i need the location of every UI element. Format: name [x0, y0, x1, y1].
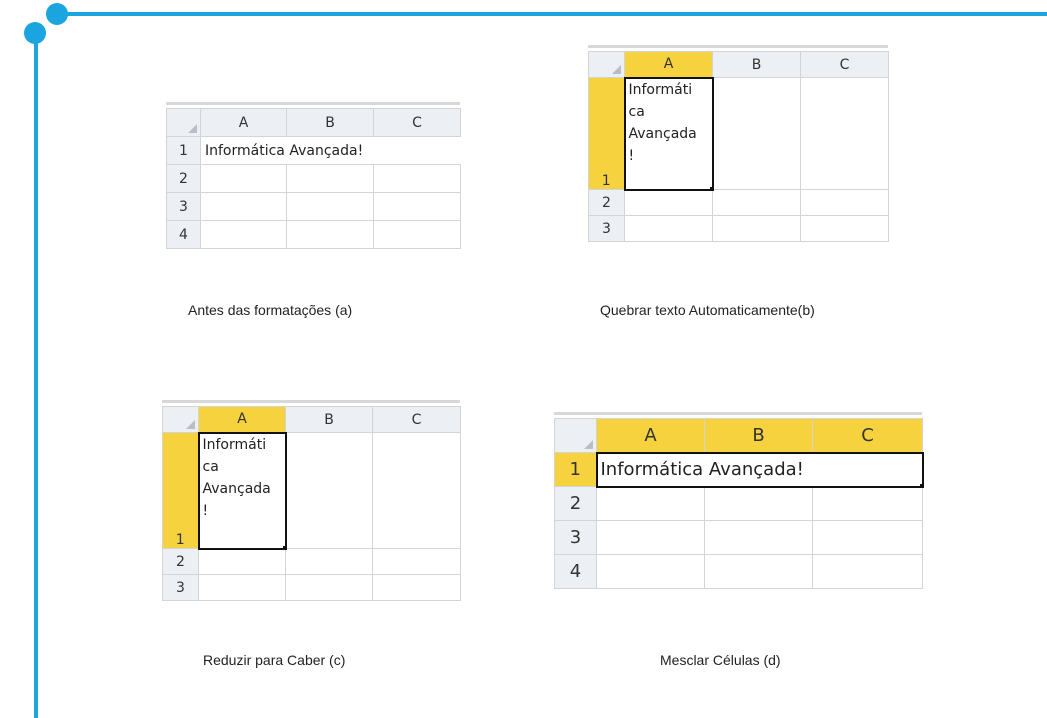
spreadsheet-a: A B C 1 Informática Avançada! 2 3 4: [166, 102, 461, 252]
cell-a4[interactable]: [200, 220, 287, 249]
cell-a1[interactable]: Informática Avançada!: [200, 136, 461, 165]
caption-c: Reduzir para Caber (c): [203, 652, 346, 668]
cell-a1-shrunk[interactable]: Informáti ca Avançada !: [197, 431, 287, 550]
cell-a3[interactable]: [624, 215, 713, 242]
row-header-2[interactable]: 2: [162, 548, 199, 575]
column-header-c[interactable]: C: [812, 418, 923, 453]
cell-b4[interactable]: [286, 220, 374, 249]
cell-b4[interactable]: [704, 554, 813, 589]
wrapped-line: ca: [628, 103, 645, 120]
cell-b2[interactable]: [286, 164, 374, 193]
column-header-b[interactable]: B: [286, 108, 374, 137]
cell-a2[interactable]: [200, 164, 287, 193]
column-header-b[interactable]: B: [285, 406, 373, 433]
cell-b3[interactable]: [285, 574, 373, 601]
wrapped-line: Avançada: [202, 480, 271, 497]
cell-b3[interactable]: [286, 192, 374, 221]
row-header-2[interactable]: 2: [166, 164, 201, 193]
cell-a4[interactable]: [596, 554, 705, 589]
column-header-b[interactable]: B: [704, 418, 813, 453]
cell-c2[interactable]: [373, 164, 461, 193]
cell-c4[interactable]: [373, 220, 461, 249]
column-header-c[interactable]: C: [800, 51, 889, 78]
select-all-corner[interactable]: [588, 51, 625, 78]
cell-a3[interactable]: [198, 574, 286, 601]
wrapped-line: ca: [202, 458, 219, 475]
cell-c1[interactable]: [800, 77, 889, 190]
frame-left-line: [34, 34, 38, 718]
column-header-c[interactable]: C: [373, 108, 461, 137]
cell-c1[interactable]: [372, 432, 461, 549]
cell-a2[interactable]: [596, 486, 705, 521]
cell-c3[interactable]: [800, 215, 889, 242]
column-header-b[interactable]: B: [712, 51, 801, 78]
merged-cell-a1-c1[interactable]: Informática Avançada!: [595, 451, 924, 488]
cell-c3[interactable]: [373, 192, 461, 221]
cell-b3[interactable]: [712, 215, 801, 242]
cell-b2[interactable]: [285, 548, 373, 575]
wrapped-line: Informáti: [628, 81, 693, 98]
wrapped-line: Avançada: [628, 125, 697, 142]
cell-a2[interactable]: [198, 548, 286, 575]
cell-c2[interactable]: [372, 548, 461, 575]
cell-b1[interactable]: [712, 77, 801, 190]
wrapped-line: !: [202, 502, 209, 519]
row-header-1[interactable]: 1: [166, 136, 201, 165]
cell-b3[interactable]: [704, 520, 813, 555]
fill-handle[interactable]: [282, 545, 284, 547]
cell-a3[interactable]: [200, 192, 287, 221]
wrapped-line: !: [628, 147, 635, 164]
row-header-3[interactable]: 3: [166, 192, 201, 221]
fill-handle[interactable]: [919, 483, 921, 485]
row-header-1[interactable]: 1: [162, 432, 199, 549]
spreadsheet-d: A B C 1 Informática Avançada! 2 3 4: [554, 412, 924, 594]
column-header-c[interactable]: C: [372, 406, 461, 433]
row-header-3[interactable]: 3: [162, 574, 199, 601]
spreadsheet-c: A B C 1 Informáti ca Avançada ! 2 3: [162, 400, 461, 608]
cell-c4[interactable]: [812, 554, 923, 589]
cell-c3[interactable]: [812, 520, 923, 555]
column-header-a[interactable]: A: [198, 406, 286, 433]
select-all-corner[interactable]: [166, 108, 201, 137]
cell-c2[interactable]: [800, 189, 889, 216]
row-header-2[interactable]: 2: [554, 486, 597, 521]
frame-dot-top: [46, 3, 68, 25]
column-header-a[interactable]: A: [624, 51, 713, 78]
cell-a1-wrapped[interactable]: Informáti ca Avançada !: [623, 76, 714, 191]
row-header-1[interactable]: 1: [554, 452, 597, 487]
cell-a2[interactable]: [624, 189, 713, 216]
column-header-a[interactable]: A: [596, 418, 705, 453]
row-header-3[interactable]: 3: [554, 520, 597, 555]
merged-cell-text: Informática Avançada!: [600, 459, 804, 480]
frame-dot-left: [24, 22, 46, 44]
caption-a: Antes das formatações (a): [188, 302, 353, 318]
wrapped-line: Informáti: [202, 436, 267, 453]
row-header-4[interactable]: 4: [554, 554, 597, 589]
cell-a3[interactable]: [596, 520, 705, 555]
caption-b: Quebrar texto Automaticamente(b): [600, 302, 815, 318]
grid-b: A B C 1 Informáti ca Avançada ! 2 3: [588, 51, 889, 242]
cell-a1-text: Informática Avançada!: [205, 142, 364, 159]
caption-d: Mesclar Células (d): [660, 652, 781, 668]
row-header-4[interactable]: 4: [166, 220, 201, 249]
select-all-corner[interactable]: [162, 406, 199, 433]
row-header-3[interactable]: 3: [588, 215, 625, 242]
cell-c2[interactable]: [812, 486, 923, 521]
frame-top-line: [50, 12, 1047, 16]
cell-b2[interactable]: [712, 189, 801, 216]
fill-handle[interactable]: [709, 186, 711, 188]
row-header-2[interactable]: 2: [588, 189, 625, 216]
grid-d: A B C 1 Informática Avançada! 2 3 4: [554, 418, 924, 589]
cell-b1[interactable]: [285, 432, 373, 549]
cell-c3[interactable]: [372, 574, 461, 601]
cell-b2[interactable]: [704, 486, 813, 521]
column-header-a[interactable]: A: [200, 108, 287, 137]
select-all-corner[interactable]: [554, 418, 597, 453]
spreadsheet-b: A B C 1 Informáti ca Avançada ! 2 3: [588, 45, 889, 251]
grid-c: A B C 1 Informáti ca Avançada ! 2 3: [162, 406, 461, 601]
row-header-1[interactable]: 1: [588, 77, 625, 190]
grid-a: A B C 1 Informática Avançada! 2 3 4: [166, 108, 461, 249]
